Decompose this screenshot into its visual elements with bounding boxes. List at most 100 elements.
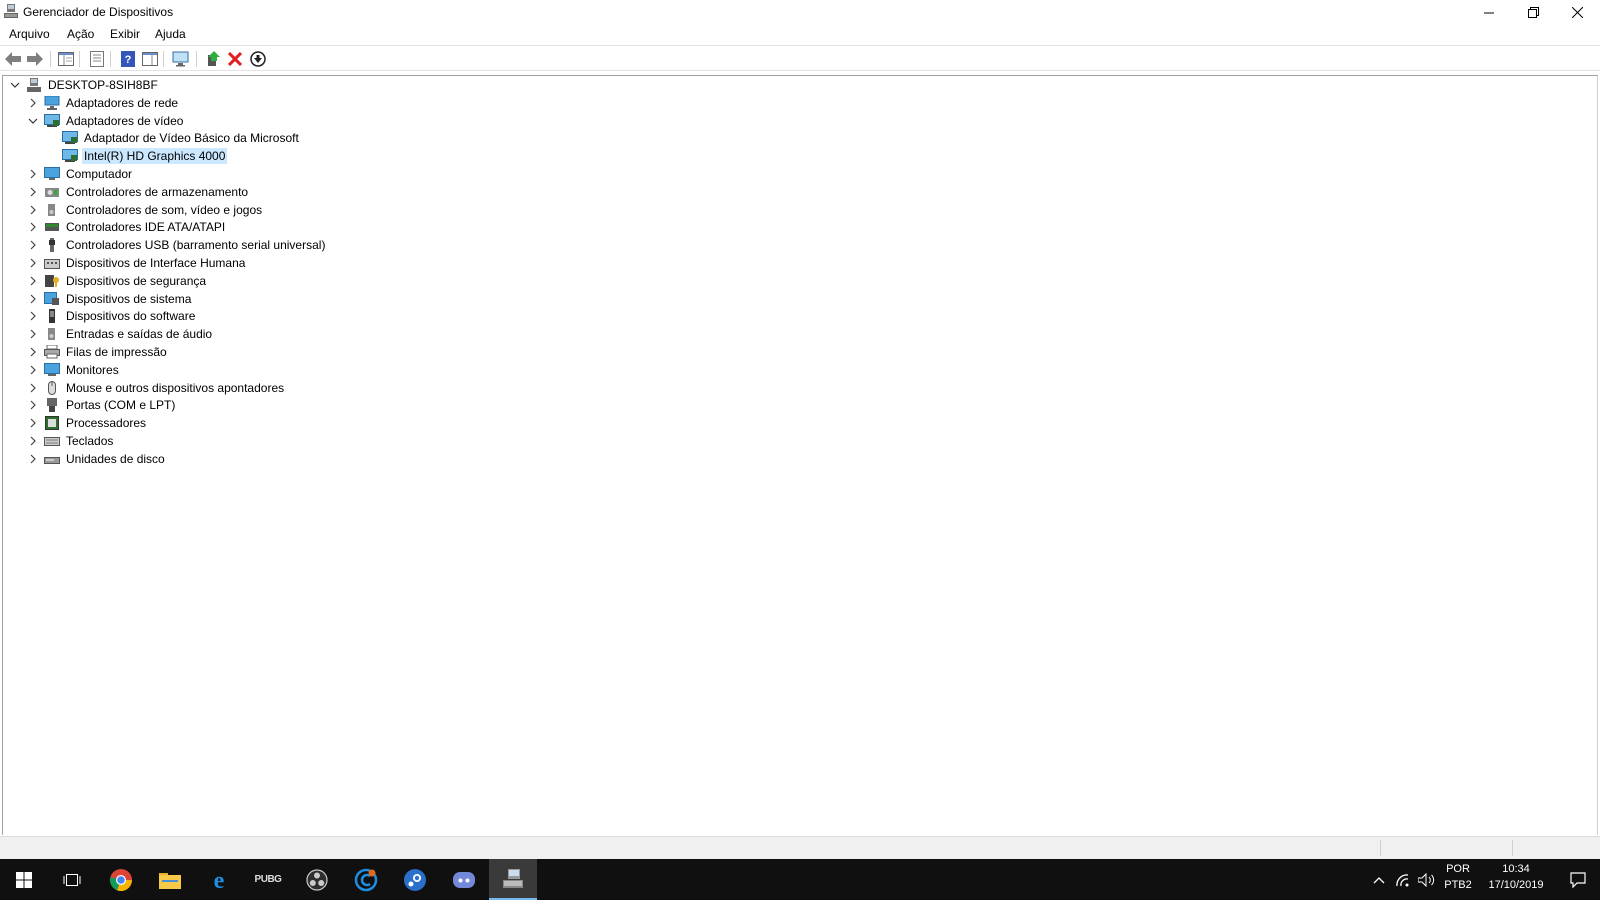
tree-node-10[interactable]: Dispositivos do software bbox=[25, 307, 197, 325]
tree-node-7[interactable]: Dispositivos de Interface Humana bbox=[25, 254, 247, 272]
menu-acao[interactable]: Ação bbox=[67, 27, 94, 41]
update-driver-button[interactable] bbox=[204, 50, 222, 68]
tree-root[interactable]: DESKTOP-8SIH8BF bbox=[7, 76, 160, 94]
tree-child-1-1[interactable]: Intel(R) HD Graphics 4000 bbox=[43, 147, 228, 165]
tree-node-label: Filas de impressão bbox=[66, 345, 167, 359]
disable-device-icon bbox=[250, 51, 266, 67]
tree-node-13[interactable]: Monitores bbox=[25, 361, 121, 379]
taskbar: e PUBG POR PTB2 10:34 17/10/2019 bbox=[0, 859, 1600, 900]
minimize-button[interactable] bbox=[1466, 0, 1512, 24]
chevron-down-icon[interactable] bbox=[25, 112, 41, 130]
ccleaner-button[interactable] bbox=[342, 859, 390, 900]
close-button[interactable] bbox=[1554, 0, 1600, 24]
volume-tray-button[interactable] bbox=[1416, 859, 1438, 900]
tree-node-label: Dispositivos de sistema bbox=[66, 291, 192, 306]
printer-icon bbox=[43, 344, 61, 360]
forward-button[interactable] bbox=[26, 50, 44, 68]
file-explorer-button[interactable] bbox=[146, 859, 194, 900]
monitor-icon bbox=[43, 362, 61, 378]
tree-node-4[interactable]: Controladores de som, vídeo e jogos bbox=[25, 201, 264, 219]
restore-button[interactable] bbox=[1510, 0, 1556, 24]
tree-node-16[interactable]: Processadores bbox=[25, 414, 148, 432]
chevron-right-icon[interactable] bbox=[25, 290, 41, 308]
chevron-right-icon[interactable] bbox=[25, 450, 41, 468]
tree-node-label: Portas (COM e LPT) bbox=[66, 398, 176, 413]
network-adapter-icon bbox=[43, 95, 61, 111]
show-hide-tree-button[interactable] bbox=[57, 50, 75, 68]
properties-icon bbox=[90, 51, 104, 67]
tree-node-0[interactable]: Adaptadores de rede bbox=[25, 94, 180, 112]
display-adapter-icon bbox=[61, 130, 79, 146]
chevron-down-icon[interactable] bbox=[7, 76, 23, 94]
tree-node-label: Entradas e saídas de áudio bbox=[66, 327, 213, 342]
computer-tower-icon bbox=[25, 77, 43, 93]
task-view-button[interactable] bbox=[48, 859, 96, 900]
chevron-right-icon[interactable] bbox=[25, 94, 41, 112]
show-hidden-icons-button[interactable] bbox=[1368, 859, 1390, 900]
chevron-right-icon[interactable] bbox=[25, 272, 41, 290]
tree-root-label: DESKTOP-8SIH8BF bbox=[48, 78, 158, 92]
menu-exibir[interactable]: Exibir bbox=[110, 27, 140, 41]
tree-node-label: Dispositivos de segurança bbox=[66, 273, 207, 288]
discord-button[interactable] bbox=[440, 859, 488, 900]
disable-device-button[interactable] bbox=[249, 50, 267, 68]
tree-node-11[interactable]: Entradas e saídas de áudio bbox=[25, 325, 214, 343]
chevron-right-icon[interactable] bbox=[25, 396, 41, 414]
steam-button[interactable] bbox=[391, 859, 439, 900]
tree-node-1[interactable]: Adaptadores de vídeo bbox=[25, 112, 185, 130]
menu-arquivo[interactable]: Arquivo bbox=[9, 27, 50, 41]
clock[interactable]: 10:34 17/10/2019 bbox=[1476, 863, 1556, 891]
volume-icon bbox=[1418, 872, 1435, 887]
svg-text:?: ? bbox=[125, 54, 132, 66]
tree-node-9[interactable]: Dispositivos de sistema bbox=[25, 290, 193, 308]
menu-ajuda[interactable]: Ajuda bbox=[155, 27, 186, 41]
tree-node-label: Computador bbox=[66, 167, 133, 181]
network-tray-button[interactable] bbox=[1392, 859, 1414, 900]
obs-button[interactable] bbox=[293, 859, 341, 900]
device-tree[interactable]: DESKTOP-8SIH8BF Adaptadores de rede Adapt… bbox=[2, 75, 1598, 835]
device-manager-taskbar-button[interactable] bbox=[489, 859, 537, 900]
action-pane-button[interactable] bbox=[141, 50, 159, 68]
chevron-right-icon[interactable] bbox=[25, 379, 41, 397]
properties-button[interactable] bbox=[88, 50, 106, 68]
chevron-right-icon[interactable] bbox=[25, 307, 41, 325]
chevron-right-icon[interactable] bbox=[25, 218, 41, 236]
start-button[interactable] bbox=[0, 859, 48, 900]
tree-node-8[interactable]: Dispositivos de segurança bbox=[25, 272, 208, 290]
tree-child-1-0[interactable]: Adaptador de Vídeo Básico da Microsoft bbox=[43, 129, 301, 147]
tree-node-15[interactable]: Portas (COM e LPT) bbox=[25, 396, 177, 414]
action-center-button[interactable] bbox=[1556, 859, 1600, 900]
pubg-button[interactable]: PUBG bbox=[244, 859, 292, 900]
chevron-right-icon[interactable] bbox=[25, 343, 41, 361]
edge-button[interactable]: e bbox=[195, 859, 243, 900]
chevron-right-icon[interactable] bbox=[25, 201, 41, 219]
show-hide-tree-icon bbox=[58, 52, 74, 66]
tree-node-2[interactable]: Computador bbox=[25, 165, 134, 183]
close-icon bbox=[1571, 6, 1583, 18]
help-button[interactable]: ? bbox=[119, 50, 137, 68]
tree-node-5[interactable]: Controladores IDE ATA/ATAPI bbox=[25, 218, 227, 236]
chevron-right-icon[interactable] bbox=[25, 183, 41, 201]
uninstall-button[interactable] bbox=[226, 50, 244, 68]
tree-node-18[interactable]: Unidades de disco bbox=[25, 450, 167, 468]
chevron-right-icon[interactable] bbox=[25, 361, 41, 379]
tree-node-6[interactable]: Controladores USB (barramento serial uni… bbox=[25, 236, 327, 254]
chevron-right-icon[interactable] bbox=[25, 325, 41, 343]
chevron-right-icon[interactable] bbox=[25, 254, 41, 272]
chevron-right-icon[interactable] bbox=[25, 236, 41, 254]
chevron-right-icon[interactable] bbox=[25, 165, 41, 183]
tree-node-3[interactable]: Controladores de armazenamento bbox=[25, 183, 250, 201]
scan-hardware-button[interactable] bbox=[172, 50, 190, 68]
selected-device-label: Intel(R) HD Graphics 4000 bbox=[82, 148, 228, 165]
keyboard-layout: PTB2 bbox=[1444, 879, 1472, 891]
tree-node-12[interactable]: Filas de impressão bbox=[25, 343, 169, 361]
language-indicator[interactable]: POR PTB2 bbox=[1440, 863, 1476, 891]
chevron-right-icon[interactable] bbox=[25, 414, 41, 432]
tree-node-14[interactable]: Mouse e outros dispositivos apontadores bbox=[25, 379, 286, 397]
tree-node-label: Controladores IDE ATA/ATAPI bbox=[66, 220, 226, 235]
tree-node-17[interactable]: Teclados bbox=[25, 432, 115, 450]
back-button[interactable] bbox=[4, 50, 22, 68]
chrome-button[interactable] bbox=[97, 859, 145, 900]
device-manager-icon bbox=[503, 868, 523, 888]
chevron-right-icon[interactable] bbox=[25, 432, 41, 450]
